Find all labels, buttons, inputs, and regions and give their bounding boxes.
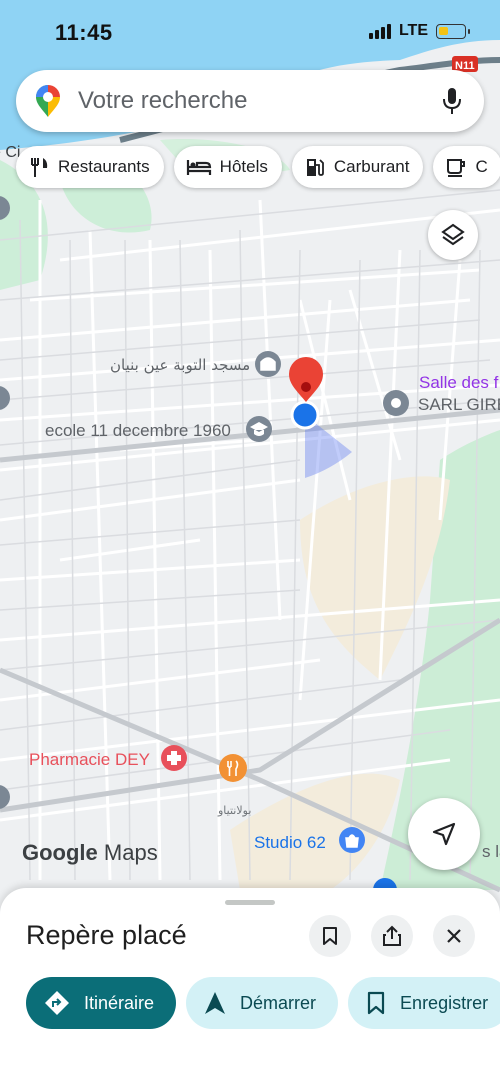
sarl-icon [391,398,401,408]
mosque-icon [260,357,276,371]
bookmark-icon [367,991,385,1015]
logo-brand: Google [22,840,98,865]
close-icon [447,929,461,943]
cafe-cup-icon [447,159,466,177]
sheet-drag-handle[interactable] [225,900,275,905]
place-label-sarl[interactable]: SARL GIRE [418,395,500,414]
bookmark-icon [323,927,337,945]
place-label-studio[interactable]: Studio 62 [254,833,326,852]
place-label-pharmacy[interactable]: Pharmacie DEY [29,750,150,769]
directions-button[interactable]: Itinéraire [26,977,177,1029]
restaurant-marker[interactable] [219,754,247,782]
sheet-actions: Itinéraire Démarrer Enregistrer [26,977,500,1029]
district-label: بولانتياو [217,804,251,817]
bed-icon [186,160,211,175]
microphone-icon[interactable] [442,86,462,116]
chip-label: Carburant [333,157,410,176]
save-icon-button[interactable] [309,915,351,957]
google-maps-logo: Google Maps [22,840,158,866]
action-label: Enregistrer [400,992,489,1013]
category-chips: Restaurants Hôtels Carburant C [16,146,500,188]
my-location-dot[interactable] [290,400,320,430]
search-input[interactable]: Votre recherche [78,87,442,115]
action-label: Itinéraire [84,992,155,1013]
search-bar[interactable]: Votre recherche [16,70,484,132]
place-label-school[interactable]: ecole 11 decembre 1960 [45,421,231,440]
logo-product: Maps [103,840,158,865]
sheet-title: Repère placé [26,920,187,950]
share-icon [383,925,401,946]
action-label: Démarrer [240,992,317,1013]
chip-cafe[interactable]: C [433,146,500,188]
place-label-salle[interactable]: Salle des f [419,373,499,392]
place-label-edge[interactable]: s la [482,842,500,861]
google-maps-pin-icon [36,85,60,117]
layers-button[interactable] [428,210,478,260]
close-button[interactable] [433,915,475,957]
fuel-pump-icon [306,159,324,176]
chip-restaurants[interactable]: Restaurants [16,146,164,188]
place-label-mosque[interactable]: مسجد التوبة عين بنيان [110,356,250,374]
bottom-sheet[interactable]: Repère placé Itinéraire Démarrer Enregis… [0,888,500,1082]
chip-hotels[interactable]: Hôtels [173,146,282,188]
network-type: LTE [398,22,428,39]
navigation-arrow-icon [205,992,226,1014]
status-bar: 11:45 LTE [0,0,500,64]
fork-knife-icon [31,158,48,177]
share-button[interactable] [371,915,413,957]
save-button[interactable]: Enregistrer [348,977,500,1029]
status-time: 11:45 [55,20,113,45]
battery-icon [436,23,470,39]
layers-icon [441,223,465,246]
chip-label: Restaurants [58,157,150,176]
start-button[interactable]: Démarrer [186,977,339,1029]
status-icons: LTE [368,22,470,40]
directions-icon [45,991,69,1015]
chip-label: Hôtels [219,157,268,176]
navigation-arrow-icon [432,822,456,846]
chip-fuel[interactable]: Carburant [291,146,424,188]
chip-label: C [475,157,488,176]
signal-icon [368,23,391,39]
recenter-button[interactable] [408,798,480,870]
